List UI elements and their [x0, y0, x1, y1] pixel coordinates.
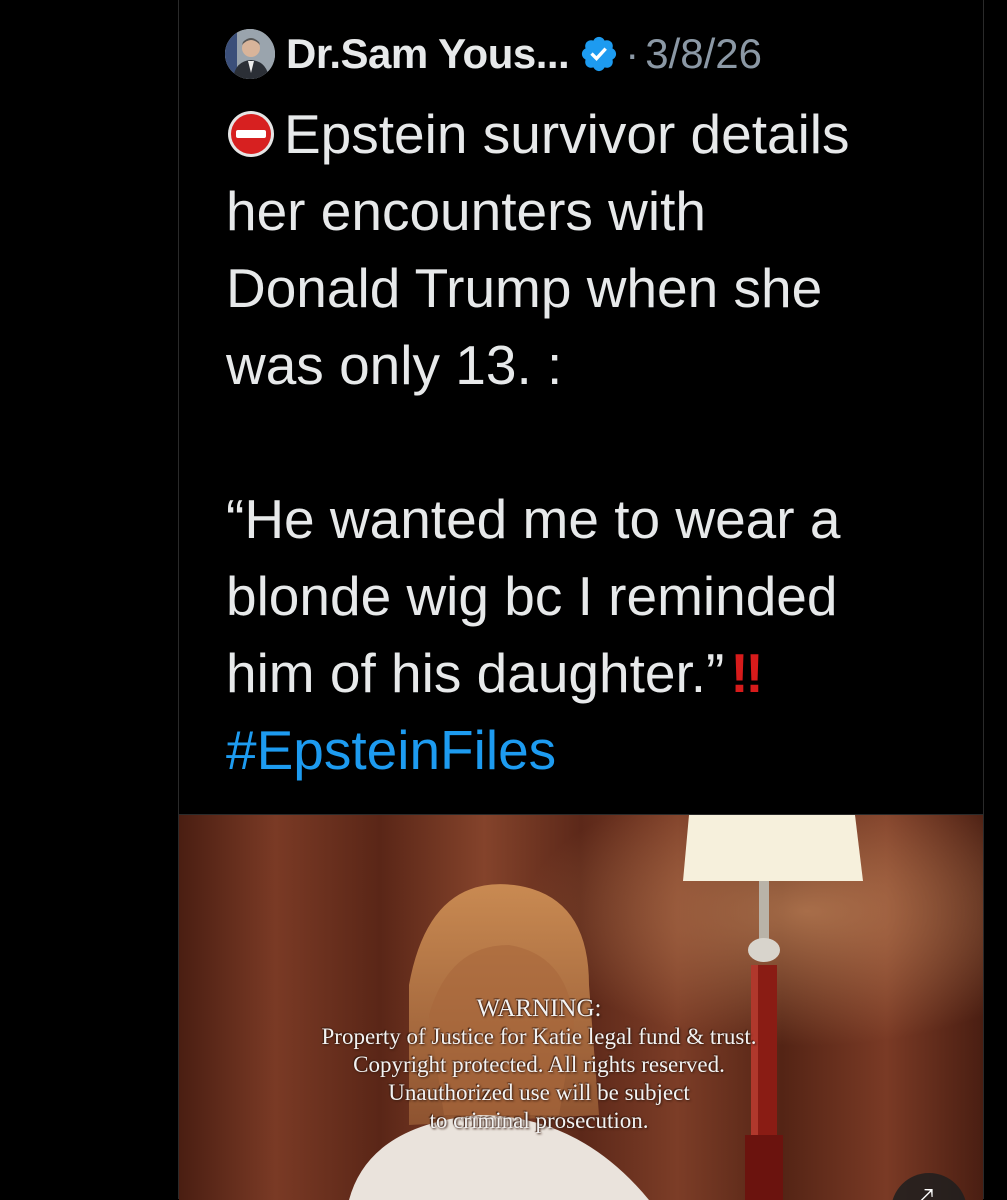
warning-line: to criminal prosecution. [429, 1108, 649, 1133]
warning-title: WARNING: [476, 995, 602, 1022]
tweet-line: him of his daughter.” ‼ [226, 635, 966, 712]
expand-icon: ⤢ [911, 1183, 934, 1200]
avatar[interactable] [225, 29, 275, 79]
tweet-line: her encounters with [226, 180, 706, 242]
tweet-line: was only 13. : [226, 334, 563, 396]
video-thumbnail[interactable]: WARNING: Property of Justice for Katie l… [179, 814, 983, 1200]
warning-line: Property of Justice for Katie legal fund… [321, 1024, 757, 1049]
tweet-line-text: him of his daughter.” [226, 642, 725, 704]
tweet-line: Donald Trump when she [226, 257, 823, 319]
double-exclamation-icon: ‼ [730, 642, 763, 704]
tweet-header: Dr.Sam Yous... · 3/8/26 [225, 28, 762, 80]
header-separator: · [625, 30, 640, 77]
author-name[interactable]: Dr.Sam Yous... [286, 30, 570, 78]
warning-line: Copyright protected. All rights reserved… [353, 1052, 725, 1077]
tweet-line: “He wanted me to wear a [226, 488, 841, 550]
tweet-line-text: Epstein survivor details [284, 103, 850, 165]
warning-line: Unauthorized use will be subject [388, 1080, 690, 1105]
no-entry-icon [228, 111, 274, 157]
tweet-line: Epstein survivor details [226, 96, 966, 173]
tweet-date[interactable]: 3/8/26 [645, 30, 762, 78]
hashtag-link[interactable]: #EpsteinFiles [226, 712, 966, 789]
verified-badge-icon [582, 36, 617, 72]
tweet-text: Epstein survivor details her encounters … [226, 96, 966, 789]
tweet-card[interactable]: Dr.Sam Yous... · 3/8/26 Epstein survivor… [178, 0, 984, 1200]
tweet-line: blonde wig bc I reminded [226, 565, 838, 627]
video-warning-overlay: WARNING: Property of Justice for Katie l… [179, 995, 899, 1135]
